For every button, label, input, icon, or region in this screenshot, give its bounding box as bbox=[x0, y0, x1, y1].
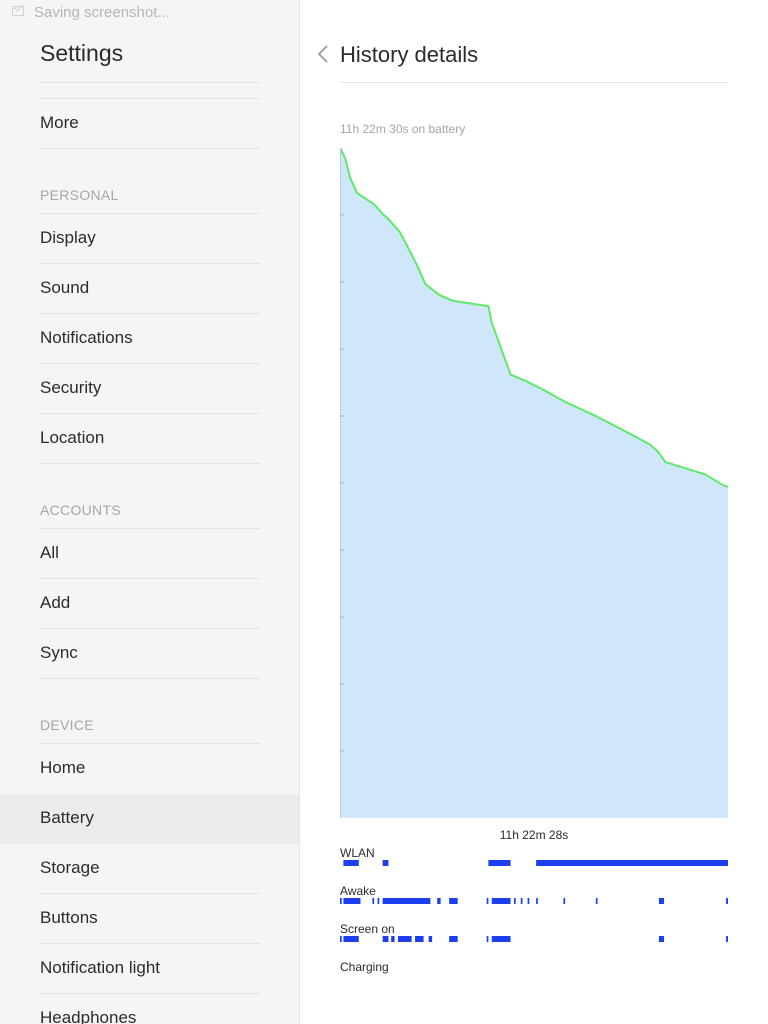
track-segment bbox=[563, 898, 566, 904]
sidebar-item-label: Notifications bbox=[40, 328, 133, 347]
track-segment bbox=[437, 898, 441, 904]
sidebar-item-sync[interactable]: Sync bbox=[0, 629, 299, 679]
sidebar-item-notification-light[interactable]: Notification light bbox=[0, 944, 299, 994]
sidebar-item-display[interactable]: Display bbox=[0, 214, 299, 264]
section-header-personal: PERSONAL bbox=[40, 187, 119, 203]
sidebar-title: Settings bbox=[40, 40, 124, 66]
track-segment bbox=[428, 936, 433, 942]
track-segment bbox=[536, 898, 538, 904]
sidebar-item-label: More bbox=[40, 113, 79, 132]
screenshot-icon bbox=[12, 6, 24, 16]
track-segment bbox=[377, 898, 380, 904]
page-title: History details bbox=[340, 42, 479, 67]
sidebar-item-label: All bbox=[40, 543, 59, 562]
sidebar-item-label: Battery bbox=[40, 808, 94, 827]
track-segment bbox=[343, 936, 359, 942]
track-segment bbox=[513, 898, 516, 904]
sidebar-item-storage[interactable]: Storage bbox=[0, 844, 299, 894]
track-segment bbox=[491, 936, 511, 942]
track-segment bbox=[343, 860, 359, 866]
sidebar-item-more[interactable]: More bbox=[0, 99, 299, 149]
section-header-accounts: ACCOUNTS bbox=[40, 502, 121, 518]
track-segment bbox=[340, 898, 342, 904]
duration-label: 11h 22m 28s bbox=[499, 828, 569, 842]
sidebar-item-battery[interactable]: Battery bbox=[0, 794, 299, 844]
track-segment bbox=[391, 936, 395, 942]
sidebar-item-label: Notification light bbox=[40, 958, 161, 977]
track-segment bbox=[726, 936, 728, 942]
track-segment bbox=[382, 936, 389, 942]
divider bbox=[40, 678, 260, 679]
sidebar-item-all[interactable]: All bbox=[0, 529, 299, 579]
sidebar-item-label: Sync bbox=[40, 643, 78, 662]
track-label-screen-on: Screen on bbox=[340, 922, 395, 936]
track-label-charging: Charging bbox=[340, 960, 389, 974]
status-bar: Saving screenshot... bbox=[0, 0, 299, 26]
sidebar-item-sound[interactable]: Sound bbox=[0, 264, 299, 314]
track-segment bbox=[488, 860, 511, 866]
sidebar-item-headphones[interactable]: Headphones bbox=[0, 994, 299, 1024]
battery-summary: 11h 22m 30s on battery bbox=[340, 122, 466, 136]
track-segment bbox=[415, 936, 424, 942]
track-segment bbox=[372, 898, 375, 904]
sidebar-item-label: Storage bbox=[40, 858, 100, 877]
track-segment bbox=[382, 860, 389, 866]
track-segment bbox=[491, 898, 511, 904]
sidebar-item-label: Home bbox=[40, 758, 86, 777]
divider bbox=[340, 82, 728, 83]
track-segment bbox=[486, 936, 489, 942]
track-segment bbox=[449, 936, 458, 942]
track-label-wlan: WLAN bbox=[340, 846, 375, 860]
track-label-awake: Awake bbox=[340, 884, 376, 898]
track-segment bbox=[343, 898, 361, 904]
track-segment bbox=[449, 898, 458, 904]
sidebar-item-label: Display bbox=[40, 228, 96, 247]
sidebar-item-add[interactable]: Add bbox=[0, 579, 299, 629]
divider bbox=[40, 82, 260, 83]
track-segment bbox=[520, 898, 523, 904]
sidebar-item-label: Location bbox=[40, 428, 105, 447]
divider bbox=[40, 148, 260, 149]
track-segment bbox=[536, 860, 728, 866]
battery-level-area bbox=[340, 148, 728, 818]
screen-on-track bbox=[340, 936, 728, 942]
sidebar-item-label: Buttons bbox=[40, 908, 98, 927]
section-header-device: DEVICE bbox=[40, 717, 94, 733]
sidebar-item-label: Security bbox=[40, 378, 102, 397]
sidebar-item-label: Headphones bbox=[40, 1008, 137, 1024]
battery-history-chart bbox=[340, 148, 728, 818]
track-segment bbox=[658, 898, 665, 904]
track-segment bbox=[486, 898, 489, 904]
divider bbox=[40, 463, 260, 464]
track-segment bbox=[397, 936, 412, 942]
sidebar-item-label: Add bbox=[40, 593, 71, 612]
settings-sidebar: Saving screenshot... Settings More PERSO… bbox=[0, 0, 300, 1024]
track-segment bbox=[658, 936, 665, 942]
awake-track bbox=[340, 898, 728, 904]
sidebar-item-home[interactable]: Home bbox=[0, 744, 299, 794]
chevron-left-icon[interactable] bbox=[316, 44, 330, 64]
wlan-track bbox=[343, 860, 728, 866]
track-segment bbox=[340, 936, 342, 942]
track-segment bbox=[527, 898, 530, 904]
status-text: Saving screenshot... bbox=[34, 4, 170, 21]
sidebar-item-buttons[interactable]: Buttons bbox=[0, 894, 299, 944]
sidebar-item-location[interactable]: Location bbox=[0, 414, 299, 464]
sidebar-item-notifications[interactable]: Notifications bbox=[0, 314, 299, 364]
sidebar-item-label: Sound bbox=[40, 278, 90, 297]
charging-track bbox=[340, 974, 728, 980]
track-segment bbox=[382, 898, 431, 904]
track-segment bbox=[726, 898, 728, 904]
track-segment bbox=[595, 898, 598, 904]
sidebar-item-security[interactable]: Security bbox=[0, 364, 299, 414]
